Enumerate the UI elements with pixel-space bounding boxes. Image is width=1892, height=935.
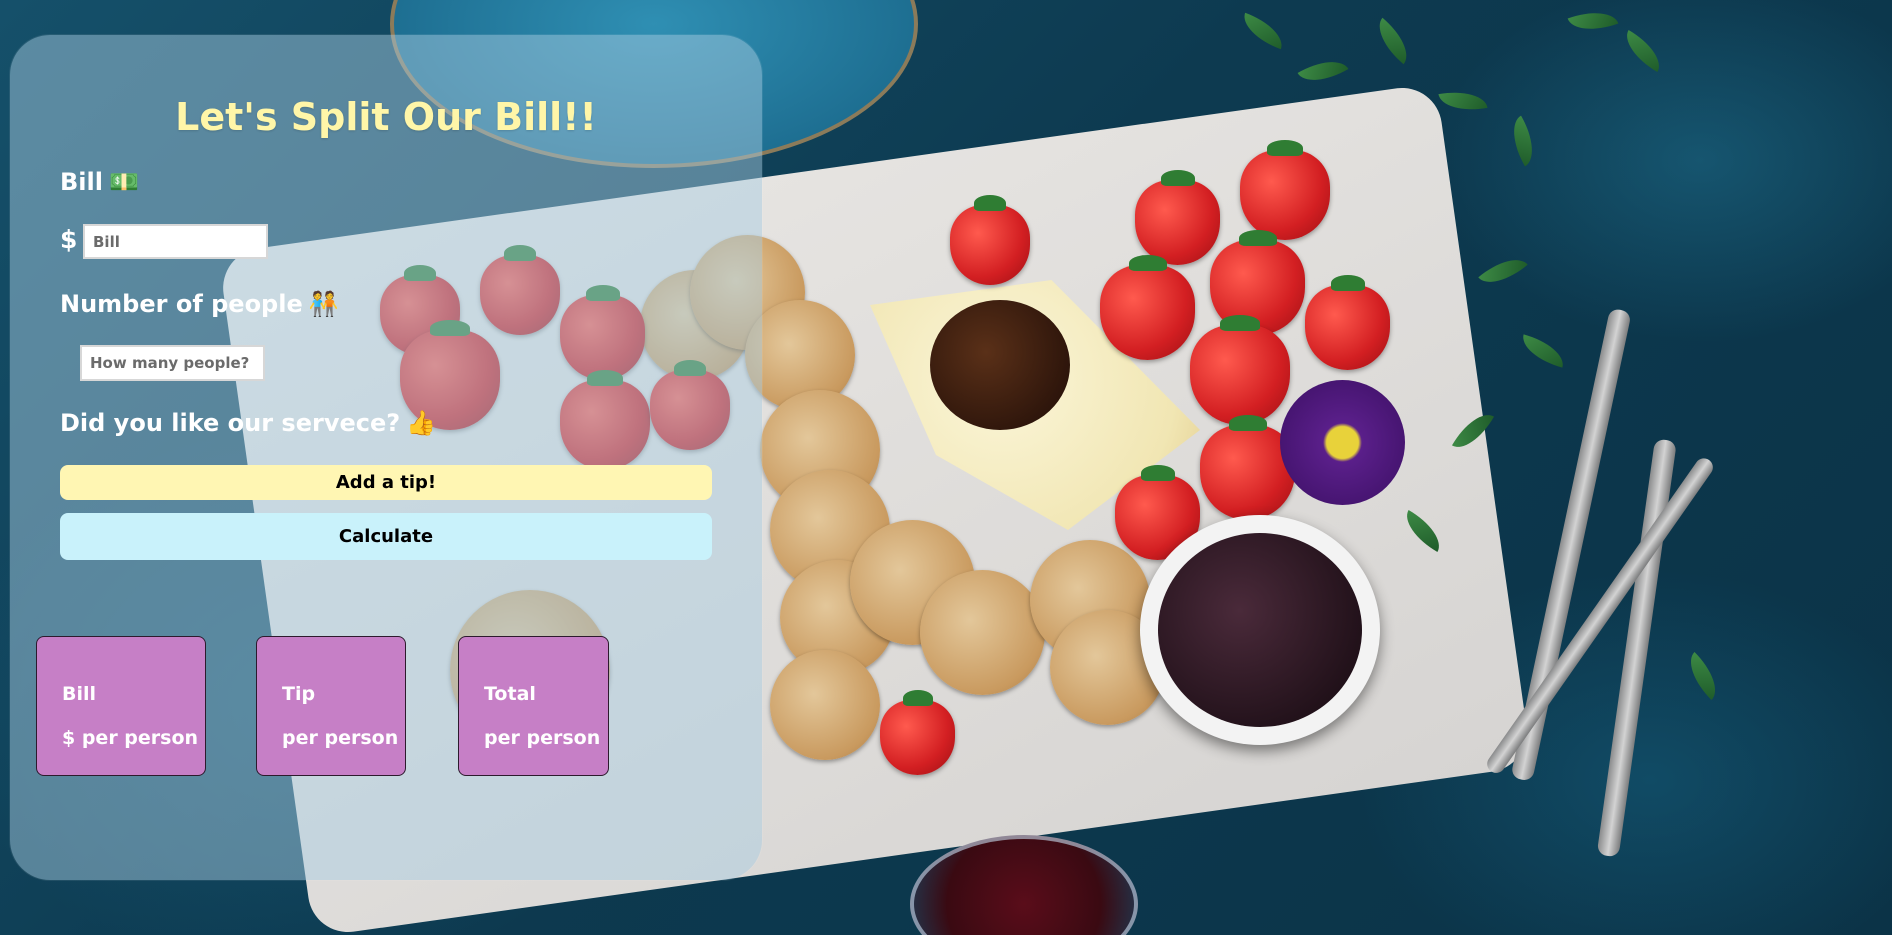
calculate-button[interactable]: Calculate bbox=[60, 513, 712, 560]
page-title: Let's Split Our Bill!! bbox=[175, 95, 597, 139]
people-input[interactable] bbox=[80, 345, 265, 381]
total-result-title: Total bbox=[484, 683, 536, 705]
money-icon: 💵 bbox=[108, 168, 139, 196]
background-bowl bbox=[1140, 515, 1380, 745]
background-flower bbox=[1280, 380, 1405, 505]
people-label: Number of people bbox=[60, 290, 303, 318]
bill-label: Bill bbox=[60, 168, 103, 196]
total-result-card: Total per person bbox=[458, 636, 609, 776]
tip-result-title: Tip bbox=[282, 683, 316, 705]
bill-result-card: Bill $ per person bbox=[36, 636, 206, 776]
bill-result-title: Bill bbox=[62, 683, 97, 705]
bill-input[interactable] bbox=[83, 224, 268, 259]
thumbs-up-icon: 👍 bbox=[406, 409, 437, 437]
add-tip-button[interactable]: Add a tip! bbox=[60, 465, 712, 500]
people-icon: 🧑‍🤝‍🧑 bbox=[308, 290, 339, 318]
bill-label-row: Bill 💵 bbox=[60, 168, 139, 196]
people-label-row: Number of people 🧑‍🤝‍🧑 bbox=[60, 290, 339, 318]
bill-result-value: $ per person bbox=[62, 727, 199, 749]
tip-result-value: per person bbox=[282, 727, 399, 749]
service-question: Did you like our servece? bbox=[60, 409, 401, 437]
service-label-row: Did you like our servece? 👍 bbox=[60, 409, 436, 437]
tip-result-card: Tip per person bbox=[256, 636, 406, 776]
background-wine-glass bbox=[910, 835, 1138, 935]
background-jam bbox=[930, 300, 1070, 430]
currency-symbol: $ bbox=[60, 225, 78, 254]
total-result-value: per person bbox=[484, 727, 601, 749]
